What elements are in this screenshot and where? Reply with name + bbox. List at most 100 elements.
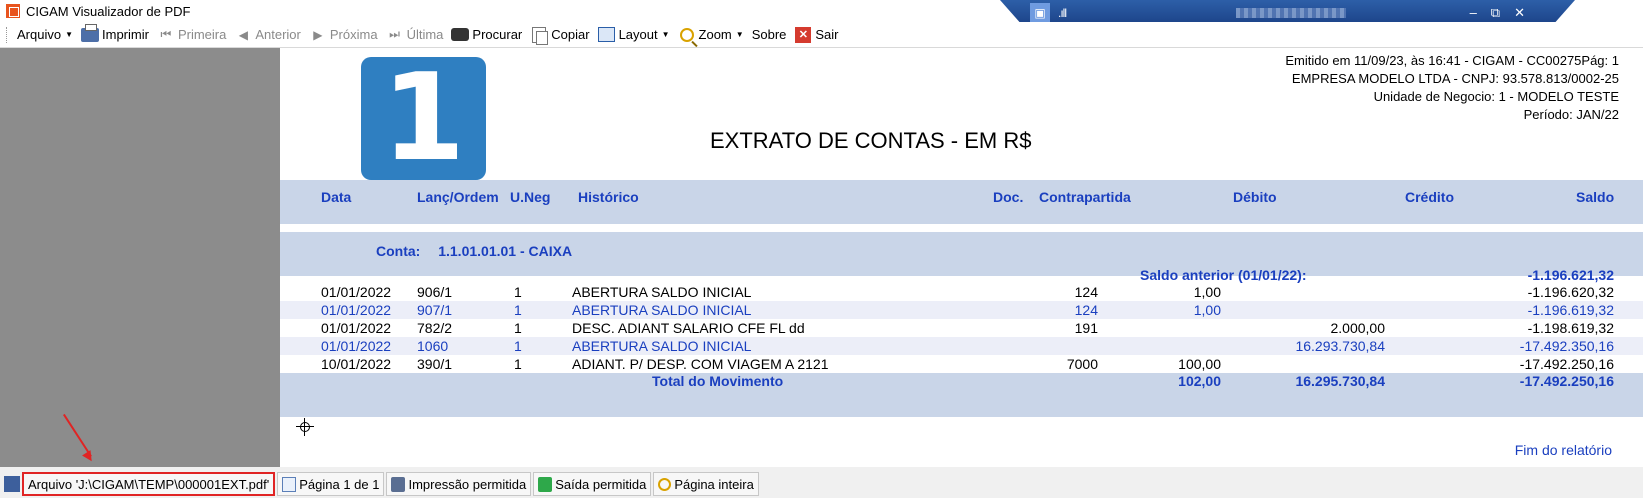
cell-saldo: -1.198.619,32 bbox=[1527, 320, 1614, 336]
status-exit-permission: Saída permitida bbox=[533, 472, 652, 496]
col-header-deb: Débito bbox=[1233, 189, 1277, 205]
primeira-button[interactable]: ⏮ Primeira bbox=[153, 24, 230, 46]
cell-data: 01/01/2022 bbox=[321, 320, 392, 336]
col-header-hist: Histórico bbox=[578, 189, 639, 205]
crosshair-ring bbox=[300, 422, 310, 432]
cell-deb: 1,00 bbox=[1193, 302, 1221, 318]
previous-page-icon: ◀ bbox=[238, 27, 248, 42]
end-of-report-label: Fim do relatório bbox=[1514, 442, 1612, 458]
table-row: 01/01/2022 782/2 1 DESC. ADIANT SALARIO … bbox=[280, 319, 1643, 337]
title-bar: CIGAM Visualizador de PDF ▣ .ıll – ⧉ ✕ bbox=[0, 0, 1643, 26]
magnifier-icon bbox=[679, 27, 694, 42]
status-print-permission: Impressão permitida bbox=[386, 472, 532, 496]
account-label: Conta: 1.1.01.01.01 - CAIXA bbox=[376, 243, 572, 259]
zoom-menu-button[interactable]: Zoom ▼ bbox=[674, 24, 748, 46]
close-icon[interactable]: ✕ bbox=[1514, 5, 1525, 21]
minimize-icon[interactable]: – bbox=[1470, 5, 1477, 21]
copy-icon bbox=[532, 26, 549, 45]
header-line: EMPRESA MODELO LTDA - CNPJ: 93.578.813/0… bbox=[1291, 71, 1619, 86]
col-header-saldo: Saldo bbox=[1576, 189, 1615, 205]
imprimir-label: Imprimir bbox=[102, 27, 149, 42]
header-line: Unidade de Negocio: 1 - MODELO TESTE bbox=[1373, 89, 1619, 104]
signal-icon: .ıll bbox=[1058, 6, 1067, 20]
status-page-count: Página 1 de 1 bbox=[277, 472, 385, 496]
report-title: EXTRATO DE CONTAS - EM R$ bbox=[710, 128, 1032, 153]
copiar-button[interactable]: Copiar bbox=[526, 24, 593, 46]
cell-lanc: 782/2 bbox=[417, 320, 453, 336]
table-row: 10/01/2022 390/1 1 ADIANT. P/ DESP. COM … bbox=[280, 355, 1643, 373]
remote-host-name bbox=[1236, 8, 1346, 18]
toolbar-grip[interactable] bbox=[6, 26, 9, 43]
procurar-button[interactable]: Procurar bbox=[447, 24, 526, 46]
document-viewer[interactable]: 1 Emitido em 11/09/23, às 16:41 - CIGAM … bbox=[0, 48, 1643, 467]
window-title: CIGAM Visualizador de PDF bbox=[26, 3, 191, 19]
pdf-page[interactable]: 1 Emitido em 11/09/23, às 16:41 - CIGAM … bbox=[280, 48, 1643, 467]
next-page-icon: ▶ bbox=[313, 27, 323, 42]
sobre-button[interactable]: Sobre bbox=[748, 24, 791, 46]
sair-label: Sair bbox=[815, 27, 839, 42]
cell-uneg: 1 bbox=[514, 302, 522, 318]
status-file-path: Arquivo 'J:\CIGAM\TEMP\000001EXT.pdf' bbox=[22, 472, 276, 496]
arquivo-label: Arquivo bbox=[17, 27, 62, 42]
arquivo-menu-button[interactable]: Arquivo ▼ bbox=[13, 24, 77, 46]
toolbar: Arquivo ▼ Imprimir ⏮ Primeira ◀ Anterior… bbox=[0, 22, 1643, 48]
copiar-label: Copiar bbox=[551, 27, 590, 42]
zoom-mode-label: Página inteira bbox=[674, 476, 754, 492]
primeira-label: Primeira bbox=[177, 27, 227, 42]
cell-cred: 16.293.730,84 bbox=[1295, 338, 1385, 354]
cell-uneg: 1 bbox=[514, 284, 522, 300]
layout-menu-button[interactable]: Layout ▼ bbox=[594, 24, 674, 46]
file-path-label: Arquivo 'J:\CIGAM\TEMP\000001EXT.pdf' bbox=[28, 476, 270, 492]
print-permission-label: Impressão permitida bbox=[408, 476, 527, 492]
anterior-button[interactable]: ◀ Anterior bbox=[230, 24, 305, 46]
col-header-contra: Contrapartida bbox=[1039, 189, 1131, 205]
cell-contra: 124 bbox=[1074, 302, 1098, 318]
saldo-anterior-value: -1.196.621,32 bbox=[1527, 267, 1614, 283]
chevron-down-icon: ▼ bbox=[65, 30, 73, 39]
cell-contra: 191 bbox=[1074, 320, 1098, 336]
layout-icon bbox=[598, 27, 616, 42]
cell-hist: DESC. ADIANT SALARIO CFE FL dd bbox=[572, 320, 805, 336]
cell-saldo: -17.492.250,16 bbox=[1519, 356, 1614, 372]
zoom-label: Zoom bbox=[698, 27, 732, 42]
cell-deb: 100,00 bbox=[1178, 356, 1221, 372]
save-icon[interactable] bbox=[4, 476, 20, 492]
table-row: 01/01/2022 907/1 1 ABERTURA SALDO INICIA… bbox=[280, 301, 1643, 319]
procurar-label: Procurar bbox=[472, 27, 523, 42]
pin-icon[interactable]: ▣ bbox=[1030, 3, 1050, 23]
cell-hist: ABERTURA SALDO INICIAL bbox=[572, 302, 752, 318]
cell-data: 01/01/2022 bbox=[321, 302, 392, 318]
restore-icon[interactable]: ⧉ bbox=[1491, 5, 1500, 21]
status-zoom-mode[interactable]: Página inteira bbox=[653, 472, 759, 496]
chevron-down-icon: ▼ bbox=[735, 30, 744, 39]
header-line: Emitido em 11/09/23, às 16:41 - CIGAM - … bbox=[1285, 53, 1619, 68]
col-header-doc: Doc. bbox=[993, 189, 1024, 205]
table-row: 01/01/2022 1060 1 ABERTURA SALDO INICIAL… bbox=[280, 337, 1643, 355]
total-band bbox=[280, 373, 1643, 417]
total-saldo: -17.492.250,16 bbox=[1519, 373, 1614, 389]
imprimir-button[interactable]: Imprimir bbox=[77, 23, 153, 46]
total-credito: 16.295.730,84 bbox=[1295, 373, 1385, 389]
cell-saldo: -1.196.619,32 bbox=[1527, 302, 1614, 318]
cell-lanc: 906/1 bbox=[417, 284, 453, 300]
company-logo: 1 bbox=[361, 57, 486, 180]
magnifier-icon bbox=[658, 477, 672, 491]
cell-saldo: -1.196.620,32 bbox=[1527, 284, 1614, 300]
printer-icon bbox=[391, 476, 406, 492]
cell-saldo: -17.492.350,16 bbox=[1519, 338, 1614, 354]
exit-permission-label: Saída permitida bbox=[555, 476, 647, 492]
proxima-label: Próxima bbox=[329, 27, 378, 42]
total-label: Total do Movimento bbox=[652, 373, 784, 389]
conta-label: Conta: bbox=[376, 243, 421, 259]
saldo-anterior-label: Saldo anterior (01/01/22): bbox=[1140, 267, 1307, 283]
proxima-button[interactable]: ▶ Próxima bbox=[305, 24, 382, 46]
pdf-viewer-app: CIGAM Visualizador de PDF ▣ .ıll – ⧉ ✕ A… bbox=[0, 0, 1643, 498]
total-debito: 102,00 bbox=[1178, 373, 1221, 389]
col-header-data: Data bbox=[321, 189, 352, 205]
ultima-button[interactable]: ⏭ Última bbox=[382, 24, 448, 46]
sair-button[interactable]: ✕ Sair bbox=[790, 24, 842, 46]
col-header-lanc: Lanç/Ordem bbox=[417, 189, 499, 205]
report-header-info: Emitido em 11/09/23, às 16:41 - CIGAM - … bbox=[1285, 52, 1619, 124]
cell-uneg: 1 bbox=[514, 356, 522, 372]
cell-data: 01/01/2022 bbox=[321, 284, 392, 300]
